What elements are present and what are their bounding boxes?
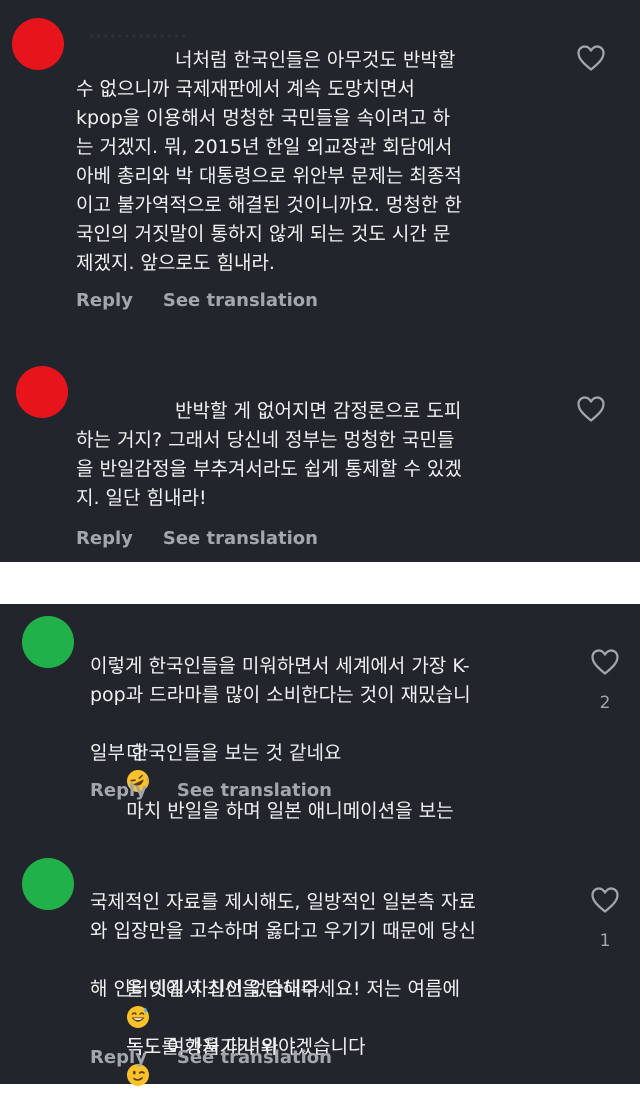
- comment-line: 와 입장만을 고수하며 옳다고 우기기 때문에 당신: [90, 920, 476, 942]
- comment-actions: Reply See translation: [90, 780, 332, 801]
- reply-button[interactable]: Reply: [90, 780, 147, 801]
- comment-line: 국제적인 자료를 제시해도, 일방적인 일본측 자료: [90, 891, 476, 913]
- comment-panel-top: •••••••••••••• 너처럼 한국인들은 아무것도 반박할 수 없으니까…: [0, 0, 640, 562]
- faded-username: ••••••••••••••: [88, 30, 188, 44]
- comment-actions: Reply See translation: [76, 528, 318, 549]
- like-count: 1: [599, 931, 611, 951]
- see-translation-link[interactable]: See translation: [163, 528, 318, 549]
- comment-line: 이고 불가역적으로 해결된 것이니까요. 멍청한 한: [76, 194, 462, 216]
- like-heart-icon[interactable]: [590, 886, 620, 914]
- comment-line: kpop을 이용해서 멍청한 국민들을 속이려고 하: [76, 107, 451, 129]
- comment-actions: Reply See translation: [90, 1047, 332, 1068]
- comment-line-part: 마치 반일을 하며 일본 애니메이션을 보는: [126, 800, 454, 822]
- like-count: 2: [599, 693, 611, 713]
- comment-line: 하는 거지? 그래서 당신네 정부는 멍청한 국민들: [76, 429, 455, 451]
- reply-button[interactable]: Reply: [76, 528, 133, 549]
- like-heart-icon[interactable]: [576, 44, 606, 72]
- comment-line: 수 없으니까 국제재판에서 계속 도망치면서: [76, 78, 415, 100]
- comment-panel-bottom: 이렇게 한국인들을 미워하면서 세계에서 가장 K- pop과 드라마를 많이 …: [0, 604, 640, 1086]
- comment-line: 제겠지. 앞으로도 힘내라.: [76, 252, 275, 274]
- see-translation-link[interactable]: See translation: [177, 1047, 332, 1068]
- comment-line: 지. 일단 힘내라!: [76, 487, 207, 509]
- reply-button[interactable]: Reply: [90, 1047, 147, 1068]
- avatar[interactable]: [16, 366, 68, 418]
- comment-line: 반박할 게 없어지면 감정론으로 도피: [175, 400, 462, 422]
- comment-line: 너처럼 한국인들은 아무것도 반박할: [175, 49, 456, 71]
- like-heart-icon[interactable]: [590, 648, 620, 676]
- avatar[interactable]: [22, 616, 74, 668]
- comment-line: 일부 한국인들을 보는 것 같네요: [90, 742, 342, 764]
- avatar[interactable]: [22, 858, 74, 910]
- comment-line: 해 인터넷에서 최선을 다해주세요! 저는 여름에: [90, 978, 460, 1000]
- comment-line: 을 반일감정을 부추겨서라도 쉽게 통제할 수 있겠: [76, 458, 462, 480]
- avatar[interactable]: [12, 18, 64, 70]
- comment-line: pop과 드라마를 많이 소비한다는 것이 재밌습니: [90, 684, 471, 706]
- comment-line: 는 거겠지. 뭐, 2015년 한일 외교장관 회담에서: [76, 136, 453, 158]
- like-heart-icon[interactable]: [576, 395, 606, 423]
- see-translation-link[interactable]: See translation: [177, 780, 332, 801]
- comment-line: 이렇게 한국인들을 미워하면서 세계에서 가장 K-: [90, 655, 470, 677]
- reply-button[interactable]: Reply: [76, 290, 133, 311]
- see-translation-link[interactable]: See translation: [163, 290, 318, 311]
- comment-line: 아베 총리와 박 대통령으로 위안부 문제는 최종적: [76, 165, 462, 187]
- comment-actions: Reply See translation: [76, 290, 318, 311]
- comment-line: 국인의 거짓말이 통하지 않게 되는 것도 시간 문: [76, 223, 451, 245]
